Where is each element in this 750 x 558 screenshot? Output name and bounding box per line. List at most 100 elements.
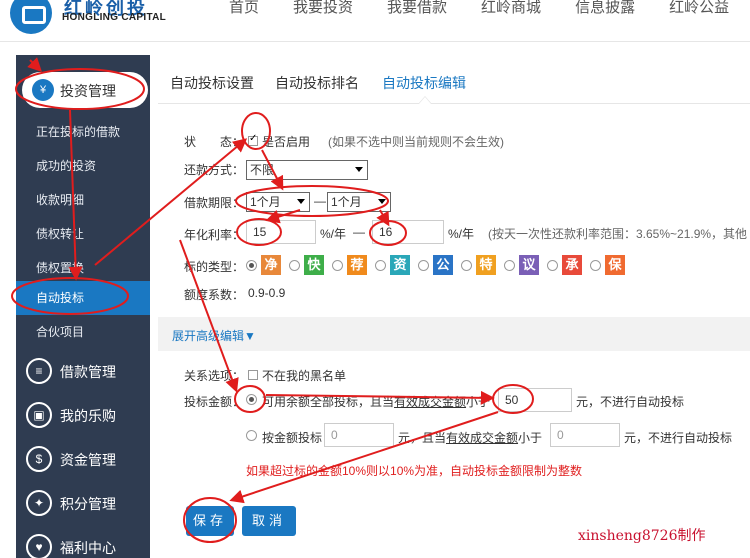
type-tag: 特 xyxy=(476,255,496,275)
option-text: 小于 xyxy=(518,431,543,445)
save-button[interactable]: 保存 xyxy=(186,506,234,536)
sidebar-item-points[interactable]: ✦ 积分管理 xyxy=(16,482,150,526)
type-radio[interactable] xyxy=(418,260,429,271)
sidebar-item-invest-management[interactable]: ¥ 投资管理 xyxy=(22,72,148,108)
tab-auto-bid-ranking[interactable]: 自动投标排名 xyxy=(275,73,359,93)
status-label: 状 态： xyxy=(184,135,245,149)
tab-auto-bid-settings[interactable]: 自动投标设置 xyxy=(170,73,254,93)
advanced-toggle-link[interactable]: 展开高级编辑▼ xyxy=(172,327,256,344)
main-nav: 首页 我要投资 我要借款 红岭商城 信息披露 红岭公益 xyxy=(229,0,750,17)
type-radio[interactable] xyxy=(289,260,300,271)
fixed-amount-input[interactable]: 0 xyxy=(324,423,394,447)
rate-hint: (按天一次性还款利率范围：3.65%~21.9%，其他 xyxy=(488,227,748,241)
sidebar-item-success[interactable]: 成功的投资 xyxy=(16,149,150,183)
watermark-text: xinsheng8726制作 xyxy=(578,528,706,544)
amount-option-fixed-text: 元，且当有效成交金额小于 xyxy=(398,429,542,446)
effective-amount-link[interactable]: 有效成交金额 xyxy=(446,431,518,445)
sidebar: ¥ 投资管理 正在投标的借款 成功的投资 收款明细 债权转让 债权置换 自动投标… xyxy=(16,55,150,558)
type-radio[interactable] xyxy=(547,260,558,271)
sidebar-item-auto-bid[interactable]: 自动投标 xyxy=(16,281,150,315)
sidebar-group-label: 福利中心 xyxy=(60,540,116,556)
term-to-value: 1个月 xyxy=(331,195,362,209)
type-radio[interactable] xyxy=(246,260,257,271)
shop-icon: ▣ xyxy=(26,402,52,428)
type-radio[interactable] xyxy=(375,260,386,271)
term-from-value: 1个月 xyxy=(250,195,281,209)
sidebar-item-partner[interactable]: 合伙项目 xyxy=(16,315,150,349)
type-tag: 议 xyxy=(519,255,539,275)
sidebar-item-loan-management[interactable]: ≡ 借款管理 xyxy=(16,350,150,394)
sidebar-group-label: 资金管理 xyxy=(60,452,116,468)
rate-separator: — xyxy=(353,225,365,239)
type-tag: 净 xyxy=(261,255,281,275)
option-text: 小于 xyxy=(466,395,491,409)
fixed-threshold-input[interactable]: 0 xyxy=(550,423,620,447)
type-tag: 承 xyxy=(562,255,582,275)
chevron-down-icon xyxy=(297,199,305,204)
top-header: 红岭创投 HONGLING CAPITAL 首页 我要投资 我要借款 红岭商城 … xyxy=(0,0,750,42)
tab-active-indicator xyxy=(418,96,432,104)
repay-select[interactable]: 不限 xyxy=(246,160,368,180)
sidebar-item-bidding[interactable]: 正在投标的借款 xyxy=(16,115,150,149)
sidebar-item-transfer[interactable]: 债权转让 xyxy=(16,217,150,251)
amount-option-all-radio[interactable] xyxy=(246,394,257,405)
type-radio[interactable] xyxy=(332,260,343,271)
money-bag-icon: $ xyxy=(26,446,52,472)
type-radio[interactable] xyxy=(504,260,515,271)
amount-option-all-text: 可用余额全部投标，且当有效成交金额小于 xyxy=(262,393,490,410)
term-label: 借款期限： xyxy=(184,196,245,210)
blacklist-checkbox[interactable] xyxy=(248,370,258,380)
chevron-down-icon xyxy=(378,199,386,204)
term-to-select[interactable]: 1个月 xyxy=(327,192,391,212)
amount-option-fixed-tail: 元，不进行自动投标 xyxy=(624,431,733,445)
amount-option-fixed-radio[interactable] xyxy=(246,430,257,441)
nav-item-invest[interactable]: 我要投资 xyxy=(293,0,353,17)
rate-unit: %/年 xyxy=(320,227,347,241)
amount-threshold-input[interactable]: 50 xyxy=(498,388,572,412)
coef-value: 0.9-0.9 xyxy=(248,286,286,300)
nav-item-disclosure[interactable]: 信息披露 xyxy=(575,0,635,17)
type-tag: 公 xyxy=(433,255,453,275)
sidebar-item-funds[interactable]: $ 资金管理 xyxy=(16,438,150,482)
blacklist-label: 不在我的黑名单 xyxy=(262,369,347,383)
rate-max-input[interactable]: 16 xyxy=(372,220,444,244)
nav-item-home[interactable]: 首页 xyxy=(229,0,259,17)
type-radio[interactable] xyxy=(461,260,472,271)
sidebar-item-receipts[interactable]: 收款明细 xyxy=(16,183,150,217)
sidebar-item-my-shopping[interactable]: ▣ 我的乐购 xyxy=(16,394,150,438)
enable-hint: (如果不选中则当前规则不会生效) xyxy=(328,135,504,149)
nav-item-charity[interactable]: 红岭公益 xyxy=(669,0,729,17)
logo-subtext: HONGLING CAPITAL xyxy=(62,12,167,23)
enable-checkbox[interactable] xyxy=(248,133,258,146)
auto-bid-form: 状 态： 是否启用 (如果不选中则当前规则不会生效) 还款方式： 不限 借款期限… xyxy=(158,105,750,558)
tab-bar: 自动投标设置 自动投标排名 自动投标编辑 xyxy=(158,60,750,104)
sidebar-item-welfare[interactable]: ♥ 福利中心 xyxy=(16,526,150,558)
sidebar-group-label: 积分管理 xyxy=(60,496,116,512)
chevron-down-icon xyxy=(355,167,363,172)
term-from-select[interactable]: 1个月 xyxy=(246,192,310,212)
nav-item-borrow[interactable]: 我要借款 xyxy=(387,0,447,17)
cancel-button[interactable]: 取消 xyxy=(242,506,296,536)
type-radio[interactable] xyxy=(590,260,601,271)
sidebar-item-swap[interactable]: 债权置换 xyxy=(16,251,150,285)
tab-auto-bid-edit[interactable]: 自动投标编辑 xyxy=(382,73,466,93)
heart-icon: ♥ xyxy=(26,534,52,558)
amount-warning: 如果超过标的金额10%则以10%为准，自动投标金额限制为整数 xyxy=(246,464,583,478)
rate-min-input[interactable]: 15 xyxy=(246,220,316,244)
type-tag: 荐 xyxy=(347,255,367,275)
coef-label: 额度系数： xyxy=(184,288,245,302)
sidebar-group-label: 我的乐购 xyxy=(60,408,116,424)
relation-label: 关系选项： xyxy=(184,369,245,383)
term-separator: — xyxy=(314,194,326,208)
rate-unit-2: %/年 xyxy=(448,227,475,241)
logo-icon[interactable] xyxy=(10,0,52,34)
type-tag: 资 xyxy=(390,255,410,275)
nav-item-mall[interactable]: 红岭商城 xyxy=(481,0,541,17)
amount-option-fixed-label: 按金额投标 xyxy=(262,431,323,445)
repay-label: 还款方式： xyxy=(184,163,245,177)
coins-icon: ¥ xyxy=(32,79,54,101)
amount-label: 投标金额： xyxy=(184,395,245,409)
amount-option-all-tail: 元，不进行自动投标 xyxy=(576,395,685,409)
type-label: 标的类型： xyxy=(184,260,245,274)
effective-amount-link[interactable]: 有效成交金额 xyxy=(394,395,466,409)
